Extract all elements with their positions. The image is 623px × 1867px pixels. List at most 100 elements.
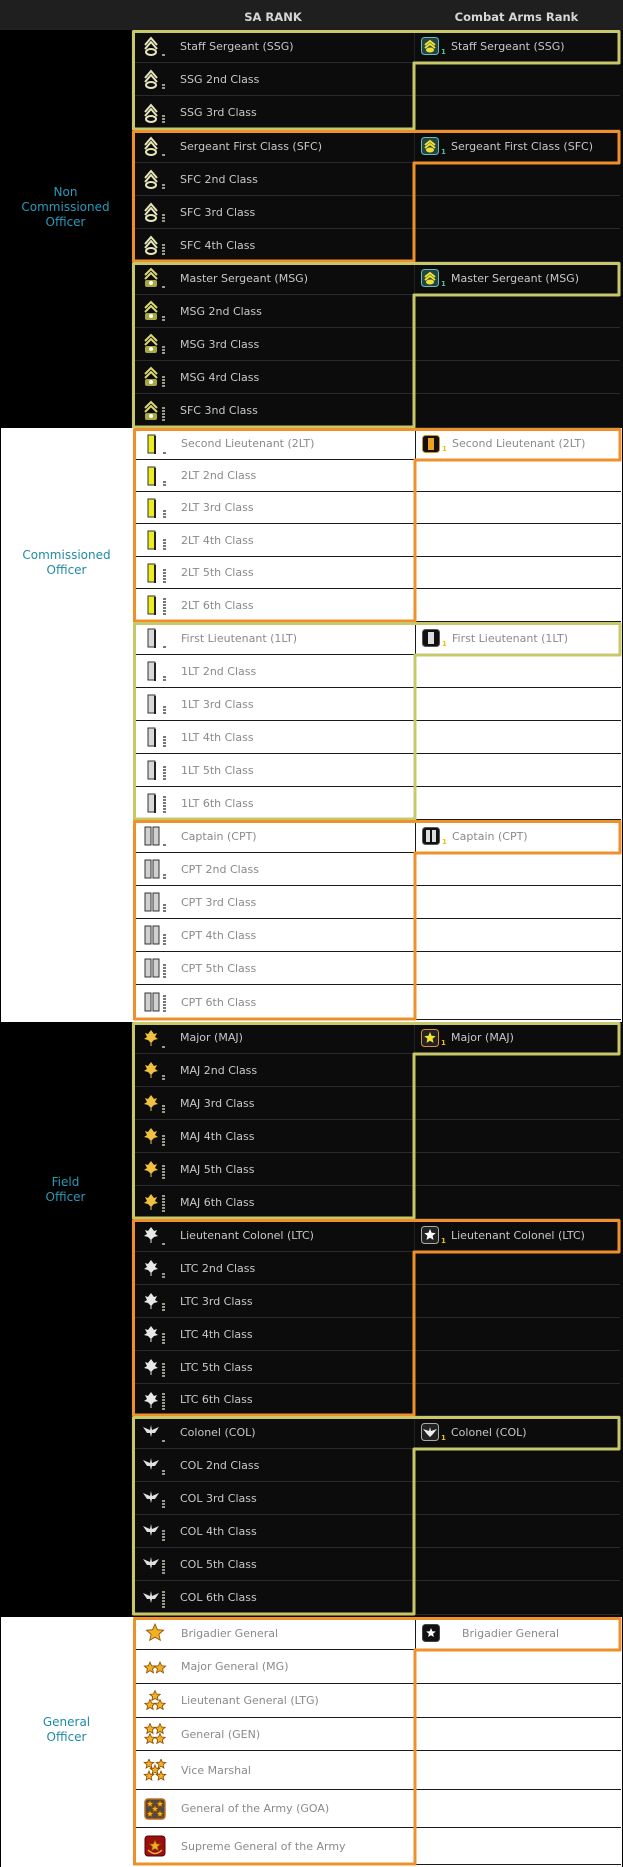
- gold-bar-icon: [143, 433, 167, 455]
- sa-rank-label: LTC 2nd Class: [180, 1261, 256, 1275]
- rank-row[interactable]: CPT 4th Class: [133, 919, 621, 952]
- silver-bar-icon: [143, 759, 167, 781]
- rank-row[interactable]: Lieutenant Colonel (LTC) 1 Lieutenant Colo…: [132, 1219, 620, 1252]
- five-star-icon: [143, 1757, 167, 1781]
- rank-row[interactable]: 1LT 6th Class: [133, 787, 621, 820]
- rank-row[interactable]: LTC 4th Class: [132, 1318, 620, 1351]
- rank-row[interactable]: MAJ 4th Class: [132, 1120, 620, 1153]
- rank-row[interactable]: General (GEN): [133, 1718, 621, 1751]
- rank-row[interactable]: CPT 2nd Class: [133, 853, 621, 886]
- rank-row[interactable]: MAJ 5th Class: [132, 1153, 620, 1186]
- rank-group: Brigadier General Brigadier General Major …: [133, 1617, 622, 1866]
- combat-arms-level: 1: [442, 445, 447, 453]
- sa-rank-cell: LTC 3rd Class: [132, 1285, 414, 1317]
- rank-row[interactable]: SSG 3rd Class: [132, 96, 620, 130]
- rank-row[interactable]: 2LT 4th Class: [133, 524, 621, 557]
- combat-arms-level: 1: [441, 48, 446, 56]
- supreme-general-icon: [143, 1835, 167, 1857]
- sa-rank-cell: MSG 4rd Class: [132, 361, 414, 393]
- gold-oak-leaf-icon: [142, 1092, 166, 1114]
- double-silver-bar-icon: [143, 858, 167, 880]
- sa-rank-label: SSG 2nd Class: [180, 72, 260, 86]
- column-header-combat-arms-rank: Combat Arms Rank: [454, 10, 579, 24]
- rank-row[interactable]: Major (MAJ) 1 Major (MAJ): [132, 1022, 620, 1054]
- rank-row[interactable]: General of the Army (GOA): [133, 1790, 621, 1828]
- rank-row[interactable]: MAJ 2nd Class: [132, 1054, 620, 1087]
- rank-row[interactable]: Staff Sergeant (SSG) 1 Staff Sergeant (SSG…: [132, 30, 620, 63]
- rank-row[interactable]: CPT 5th Class: [133, 952, 621, 985]
- rank-row[interactable]: 1LT 4th Class: [133, 721, 621, 754]
- rank-row[interactable]: LTC 2nd Class: [132, 1252, 620, 1285]
- rank-row[interactable]: COL 2nd Class: [132, 1449, 620, 1482]
- sa-rank-cell: 2LT 6th Class: [133, 589, 415, 621]
- rank-row[interactable]: CPT 3rd Class: [133, 886, 621, 919]
- rank-row[interactable]: LTC 6th Class: [132, 1384, 620, 1416]
- rank-row[interactable]: MSG 2nd Class: [132, 295, 620, 328]
- rank-row[interactable]: Supreme General of the Army: [133, 1828, 621, 1865]
- sa-rank-label: CPT 4th Class: [181, 928, 257, 942]
- staff-sergeant-chevron-icon: [142, 35, 166, 57]
- rank-row[interactable]: 2LT 2nd Class: [133, 460, 621, 492]
- sfc-badge-icon: [421, 137, 439, 155]
- rank-row[interactable]: SFC 3nd Class: [132, 394, 620, 428]
- sa-rank-label: Lieutenant General (LTG): [181, 1694, 319, 1707]
- rank-row[interactable]: COL 6th Class: [132, 1581, 620, 1615]
- combat-arms-level: 1: [441, 1434, 446, 1442]
- rank-row[interactable]: Brigadier General Brigadier General: [133, 1617, 621, 1650]
- rank-row[interactable]: Lieutenant General (LTG): [133, 1684, 621, 1718]
- rank-row[interactable]: MAJ 6th Class: [132, 1186, 620, 1219]
- sa-rank-cell: LTC 2nd Class: [132, 1252, 414, 1284]
- rank-row[interactable]: Second Lieutenant (2LT) 1 Second Lieutenan…: [133, 428, 621, 460]
- rank-row[interactable]: CPT 6th Class: [133, 985, 621, 1020]
- eagle-icon: [142, 1454, 166, 1476]
- rank-row[interactable]: SFC 2nd Class: [132, 163, 620, 196]
- rank-row[interactable]: 1LT 5th Class: [133, 754, 621, 787]
- rank-row[interactable]: COL 5th Class: [132, 1548, 620, 1581]
- combat-arms-cell: [414, 1482, 621, 1514]
- rank-row[interactable]: 2LT 3rd Class: [133, 492, 621, 524]
- rank-row[interactable]: COL 4th Class: [132, 1515, 620, 1548]
- rank-row[interactable]: Master Sergeant (MSG) 1 Master Sergeant (M…: [132, 262, 620, 295]
- rank-row[interactable]: 1LT 3rd Class: [133, 688, 621, 721]
- combat-arms-cell: [414, 163, 621, 195]
- ssg-badge-icon: [421, 37, 439, 55]
- rank-row[interactable]: MAJ 3rd Class: [132, 1087, 620, 1120]
- rank-row[interactable]: LTC 3rd Class: [132, 1285, 620, 1318]
- rank-row[interactable]: Vice Marshal: [133, 1751, 621, 1790]
- sa-rank-label: MSG 2nd Class: [180, 304, 262, 318]
- sa-rank-cell: Sergeant First Class (SFC): [132, 130, 414, 162]
- rank-row[interactable]: SFC 4th Class: [132, 229, 620, 262]
- 1lt-badge-icon: [422, 629, 440, 647]
- gold-oak-leaf-icon: [142, 1027, 166, 1049]
- sa-rank-cell: SFC 2nd Class: [132, 163, 414, 195]
- rank-row[interactable]: Sergeant First Class (SFC) 1 Sergeant Firs…: [132, 130, 620, 163]
- rank-row[interactable]: LTC 5th Class: [132, 1351, 620, 1384]
- rank-row[interactable]: 1LT 2nd Class: [133, 655, 621, 688]
- combat-arms-cell: [415, 460, 622, 491]
- rank-row[interactable]: Colonel (COL) 1 Colonel (COL): [132, 1416, 620, 1449]
- rank-row[interactable]: SFC 3rd Class: [132, 196, 620, 229]
- rank-row[interactable]: 2LT 5th Class: [133, 557, 621, 589]
- maj-badge-icon: [421, 1028, 439, 1047]
- rank-row[interactable]: MSG 4rd Class: [132, 361, 620, 394]
- sa-rank-label: Brigadier General: [181, 1626, 279, 1640]
- rank-row[interactable]: COL 3rd Class: [132, 1482, 620, 1515]
- rank-row[interactable]: First Lieutenant (1LT) 1 First Lieutenant …: [133, 622, 621, 655]
- combat-arms-level: 1: [441, 1039, 446, 1047]
- rank-row[interactable]: 2LT 6th Class: [133, 589, 621, 622]
- sergeant-first-class-chevron-icon: [142, 168, 166, 190]
- rank-row[interactable]: SSG 2nd Class: [132, 63, 620, 96]
- rank-row[interactable]: Major General (MG): [133, 1650, 621, 1684]
- sa-rank-cell: Colonel (COL): [132, 1416, 414, 1448]
- general-of-the-army-icon: [143, 1797, 167, 1820]
- rank-row[interactable]: MSG 3rd Class: [132, 328, 620, 361]
- double-silver-bar-icon: [143, 957, 167, 979]
- rank-row[interactable]: Captain (CPT) 1 Captain (CPT): [133, 820, 621, 853]
- combat-arms-cell: [414, 1449, 621, 1481]
- combat-arms-cell: [415, 853, 622, 885]
- sa-rank-cell: Major (MAJ): [132, 1022, 414, 1053]
- sa-rank-label: Major General (MG): [181, 1660, 289, 1673]
- sa-rank-label: Captain (CPT): [181, 829, 257, 843]
- gold-bar-icon: [143, 497, 167, 519]
- sa-rank-label: 1LT 2nd Class: [181, 664, 257, 678]
